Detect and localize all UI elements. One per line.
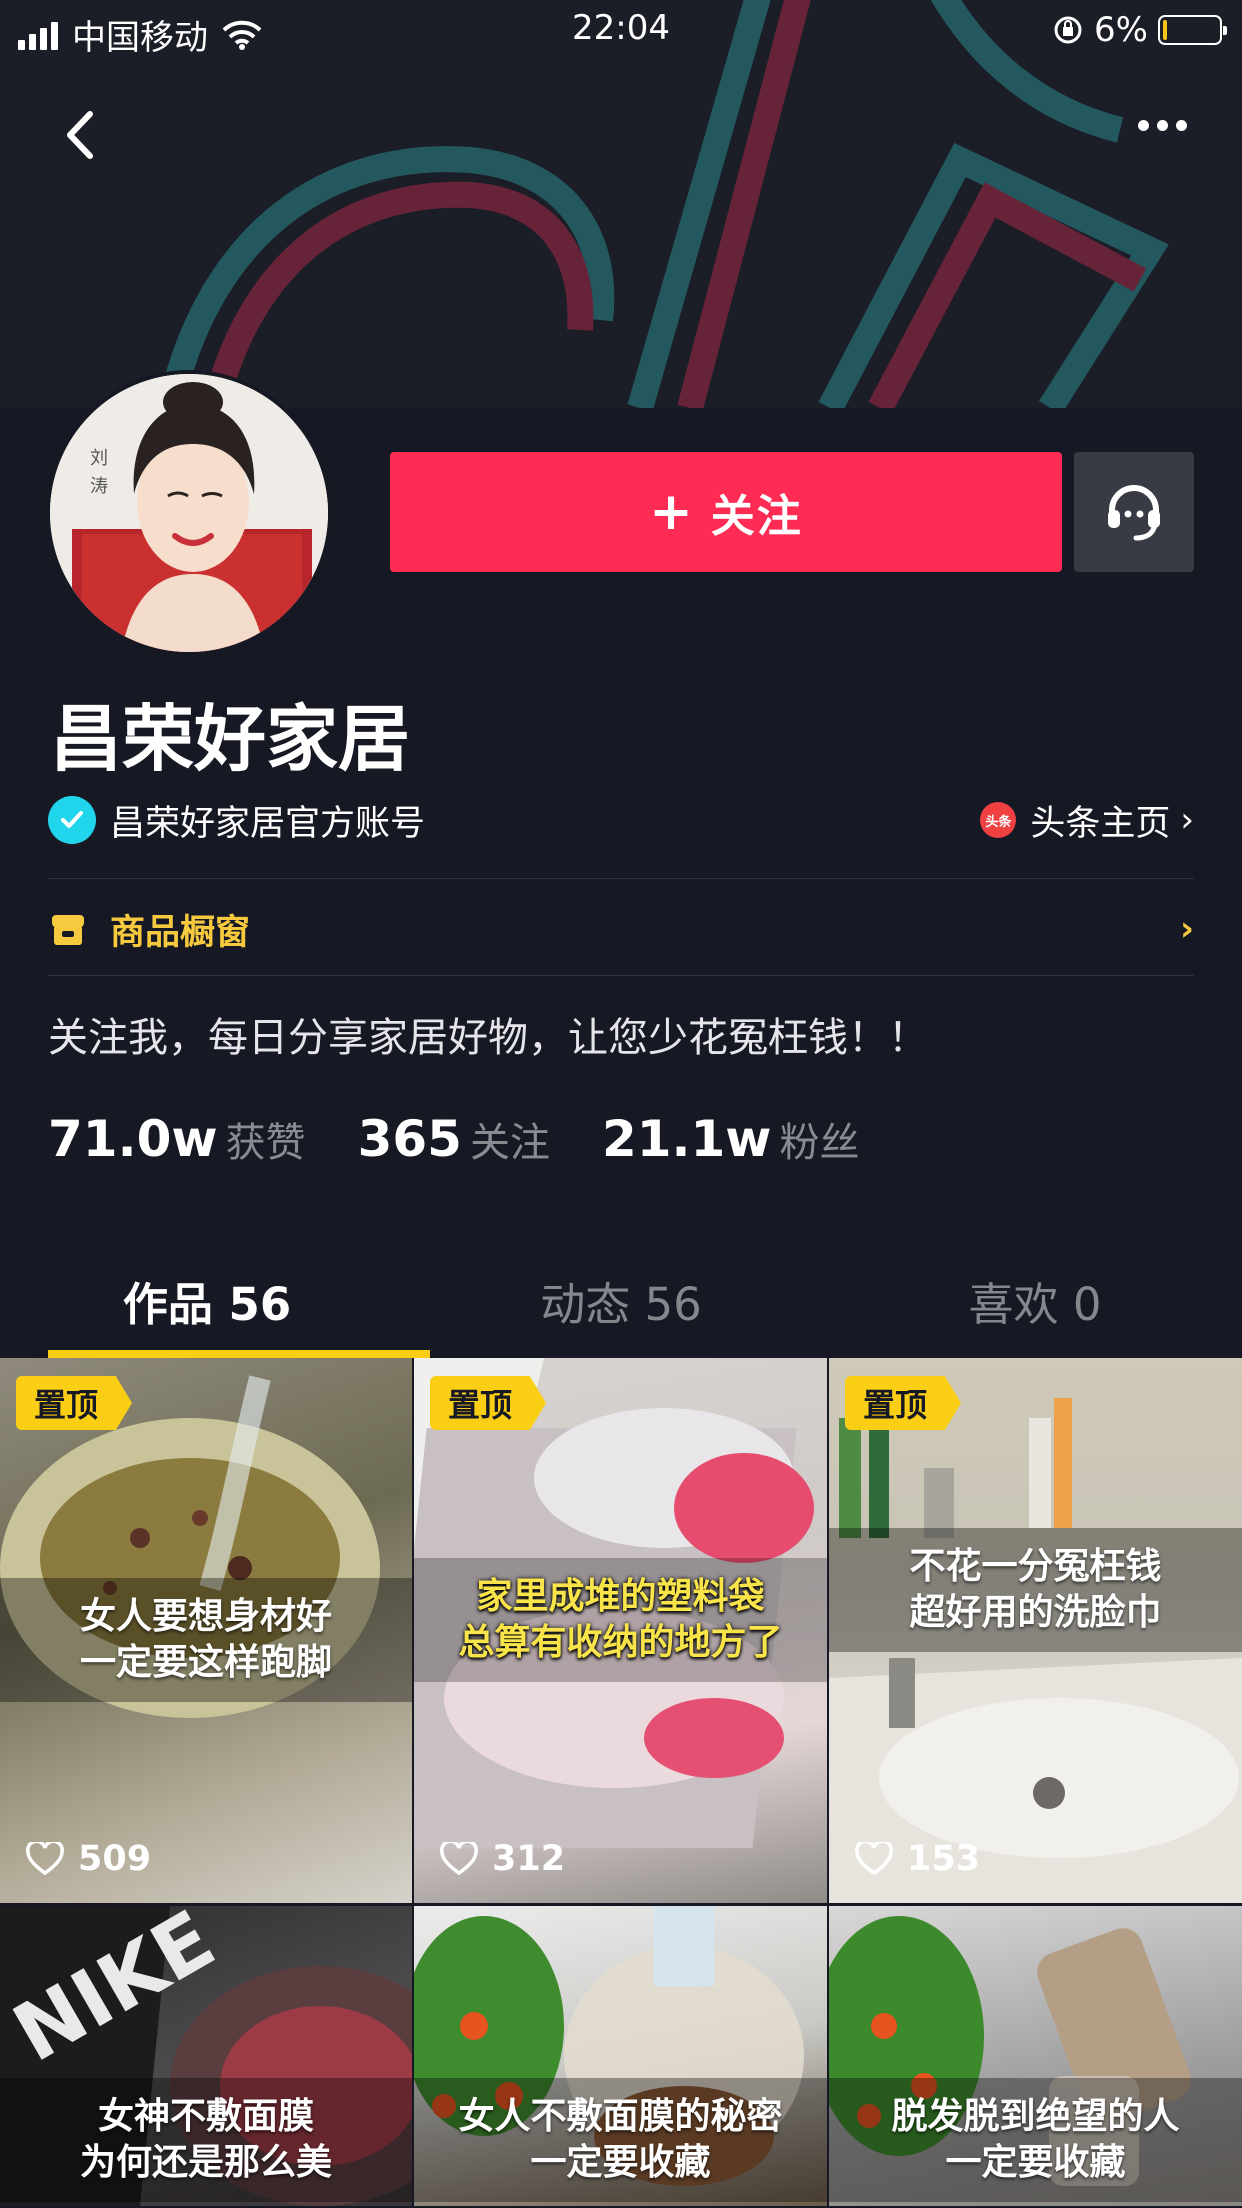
video-likes: 312 [440, 1839, 565, 1879]
verified-check-icon [48, 796, 96, 844]
video-thumbnail[interactable]: 脱发脱到绝望的人 一定要收藏 [829, 1906, 1242, 2206]
chevron-right-icon: › [1180, 800, 1194, 840]
more-dot-icon [1175, 119, 1187, 131]
divider [48, 878, 1194, 879]
pinned-badge: 置顶 [430, 1376, 547, 1430]
tab-works[interactable]: 作品 56 [0, 1240, 414, 1360]
likes-count: 509 [78, 1839, 152, 1879]
profile-stats: 71.0w 获赞 365 关注 21.1w 粉丝 [48, 1110, 912, 1168]
toutiao-link-label: 头条主页 [1030, 803, 1171, 844]
heart-icon [440, 1842, 478, 1876]
product-showcase-row[interactable]: 商品橱窗 › [48, 896, 1194, 962]
video-thumbnail[interactable]: 置顶 女人要想身材好 一定要这样跑脚 509 [0, 1358, 412, 1903]
video-caption: 不花一分冤枉钱 超好用的洗脸巾 [829, 1528, 1242, 1652]
heart-icon [26, 1842, 64, 1876]
video-caption: 脱发脱到绝望的人 一定要收藏 [829, 2078, 1242, 2202]
shop-label: 商品橱窗 [110, 912, 251, 953]
svg-text:刘: 刘 [90, 448, 108, 469]
stat-value: 71.0w [48, 1110, 218, 1168]
headset-message-icon [1108, 485, 1160, 541]
shop-icon [52, 915, 84, 945]
avatar-portrait: 刘 涛 [50, 374, 328, 652]
video-thumbnail[interactable]: NIKE 女神不敷面膜 为何还是那么美 [0, 1906, 412, 2206]
heart-icon [855, 1842, 893, 1876]
profile-tabs: 作品 56 动态 56 喜欢 0 [0, 1240, 1242, 1360]
video-grid: 置顶 女人要想身材好 一定要这样跑脚 509 置顶 家里成堆的塑料袋 总算有收纳的地… [0, 1358, 1242, 2206]
video-caption: 女神不敷面膜 为何还是那么美 [0, 2078, 412, 2202]
likes-count: 153 [907, 1839, 981, 1879]
more-dot-icon [1156, 119, 1168, 131]
stat-following[interactable]: 365 关注 [358, 1110, 550, 1168]
pinned-badge: 置顶 [845, 1376, 962, 1430]
profile-banner [0, 0, 1242, 408]
stat-value: 21.1w [601, 1110, 772, 1168]
divider [48, 975, 1194, 976]
stat-label: 粉丝 [779, 1120, 860, 1166]
video-likes: 509 [26, 1839, 151, 1879]
status-bar: 中国移动 22:04 6% [0, 0, 1242, 60]
tab-posts[interactable]: 动态 56 [414, 1240, 828, 1360]
stat-followers[interactable]: 21.1w 粉丝 [602, 1110, 860, 1168]
profile-name: 昌荣好家居 [50, 697, 411, 781]
video-thumbnail[interactable]: 置顶 不花一分冤枉钱 超好用的洗脸巾 153 [829, 1358, 1242, 1903]
chevron-right-icon: › [1179, 909, 1194, 949]
stat-likes[interactable]: 71.0w 获赞 [48, 1110, 306, 1168]
stat-label: 获赞 [225, 1120, 306, 1166]
video-likes: 153 [855, 1839, 980, 1879]
svg-text:涛: 涛 [90, 476, 108, 497]
avatar[interactable]: 刘 涛 [46, 370, 332, 656]
toutiao-homepage-link[interactable]: 头条 头条主页 › [980, 795, 1194, 846]
plus-icon: + [649, 482, 695, 542]
stat-label: 关注 [469, 1120, 550, 1166]
message-button[interactable] [1074, 452, 1194, 572]
video-thumbnail[interactable]: 置顶 家里成堆的塑料袋 总算有收纳的地方了 312 [414, 1358, 827, 1903]
follow-label: 关注 [710, 491, 803, 542]
verification-row: 昌荣好家居官方账号 头条 头条主页 › [48, 792, 1194, 848]
stat-value: 365 [357, 1110, 462, 1168]
more-dot-icon [1137, 119, 1149, 131]
follow-button[interactable]: + 关注 [390, 452, 1062, 572]
video-thumbnail[interactable]: 女人不敷面膜的秘密 一定要收藏 [414, 1906, 827, 2206]
tab-likes[interactable]: 喜欢 0 [828, 1240, 1242, 1360]
battery-percent: 6% [1094, 10, 1148, 50]
pinned-badge: 置顶 [16, 1376, 133, 1430]
battery-icon [1158, 15, 1227, 45]
verified-account-text: 昌荣好家居官方账号 [110, 803, 426, 844]
back-button[interactable] [40, 95, 120, 175]
likes-count: 312 [492, 1839, 566, 1879]
more-options-button[interactable] [1112, 85, 1212, 165]
chevron-left-icon [67, 111, 93, 159]
video-caption: 家里成堆的塑料袋 总算有收纳的地方了 [414, 1558, 827, 1682]
video-caption: 女人要想身材好 一定要这样跑脚 [0, 1578, 412, 1702]
toutiao-icon: 头条 [980, 802, 1017, 838]
orientation-lock-icon [1054, 16, 1082, 44]
profile-bio: 关注我，每日分享家居好物，让您少花冤枉钱！！ [48, 1015, 928, 1061]
video-caption: 女人不敷面膜的秘密 一定要收藏 [414, 2078, 827, 2202]
active-tab-indicator [48, 1350, 430, 1358]
banner-logo-art [0, 0, 1242, 408]
